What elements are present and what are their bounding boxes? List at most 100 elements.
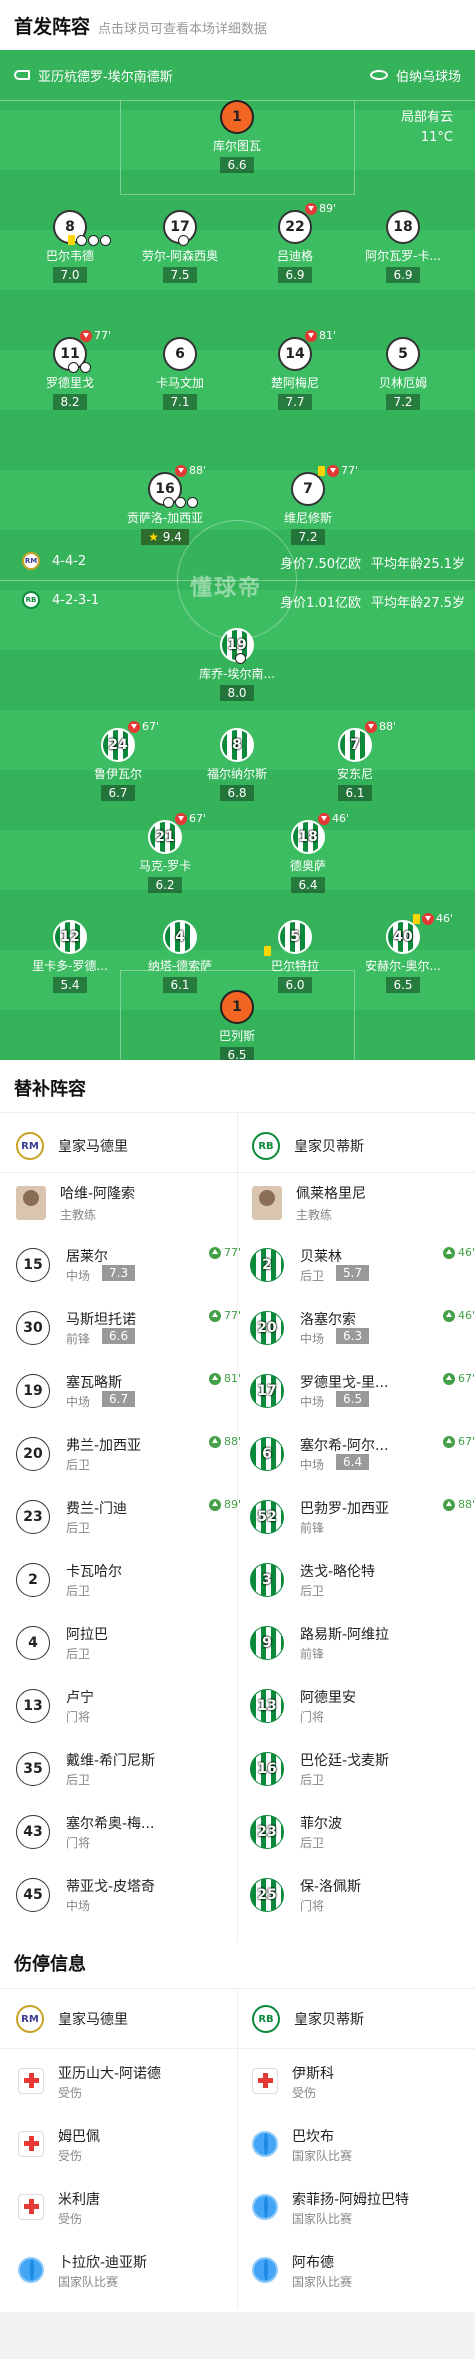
pitch-player[interactable]: 1 巴列斯 6.5 (182, 990, 292, 1060)
bench-player[interactable]: 35 戴维-希门尼斯 后卫 (16, 1744, 241, 1794)
sub-off-icon (80, 329, 92, 342)
player-name: 纳塔-德索萨 (147, 959, 213, 973)
player-name: 费兰-门迪 (66, 1501, 128, 1517)
player-name: 塞尔希奥-梅... (66, 1816, 155, 1832)
bench-player[interactable]: 43 塞尔希奥-梅... 门将 (16, 1807, 241, 1857)
home-formation-label: 4-4-2 (52, 553, 87, 569)
bench-player[interactable]: 3 迭戈-略伦特 后卫 (250, 1555, 475, 1605)
away-age: 平均年龄27.5岁 (371, 596, 465, 611)
player-number: 18 (386, 210, 420, 244)
bench-player[interactable]: 17 罗德里戈-里... 中场 6.5 67' (250, 1366, 475, 1416)
real-betis-crest-icon: RB (22, 591, 40, 609)
pitch-player[interactable]: 16 88' 贡萨洛-加西亚 ★ 9.4 (110, 464, 220, 545)
pitch-player[interactable]: 19 库乔-埃尔南... 8.0 (182, 628, 292, 701)
bench-player[interactable]: 2 卡瓦哈尔 后卫 (16, 1555, 241, 1605)
pitch-player[interactable]: 21 67' 马克-罗卡 6.2 (110, 812, 220, 893)
pitch-player[interactable]: 5 贝林厄姆 7.2 (348, 337, 458, 410)
player-position: 后卫 (66, 1521, 91, 1535)
pitch-player[interactable]: 12 里卡多-罗德... 5.4 (15, 920, 125, 993)
injury-item[interactable]: 巴坎布 国家队比赛 (250, 2121, 475, 2171)
player-name: 菲尔波 (300, 1816, 342, 1832)
pitch-player[interactable]: 5 巴尔特拉 6.0 (240, 920, 350, 993)
home-coach[interactable]: 哈维-阿隆索 主教练 (16, 1183, 135, 1223)
bench-player[interactable]: 13 阿德里安 门将 (250, 1681, 475, 1731)
bench-player[interactable]: 30 马斯坦托诺 前锋 6.6 77' (16, 1303, 241, 1353)
pitch-player[interactable]: 11 77' 罗德里戈 8.2 (15, 329, 125, 410)
pitch-player[interactable]: 1 库尔图瓦 6.6 (182, 100, 292, 173)
player-rating: 6.5 (336, 1391, 370, 1407)
player-number: 40 (386, 920, 420, 954)
player-number: 7 (338, 728, 372, 762)
bench-player[interactable]: 25 保-洛佩斯 门将 (250, 1870, 475, 1920)
player-name: 阿尔瓦罗-卡... (365, 249, 441, 263)
bench-player[interactable]: 9 路易斯-阿维拉 前锋 (250, 1618, 475, 1668)
bench-player[interactable]: 19 塞瓦略斯 中场 6.7 81' (16, 1366, 241, 1416)
sub-on-tag: 77' (208, 1309, 241, 1322)
bench-player[interactable]: 20 洛塞尔索 中场 6.3 46' (250, 1303, 475, 1353)
injury-item[interactable]: 米利唐 受伤 (16, 2184, 241, 2234)
pitch-player[interactable]: 7 88' 安东尼 6.1 (300, 720, 410, 801)
ball-icon (187, 497, 198, 508)
real-betis-crest-icon: RB (252, 1132, 280, 1160)
sub-on-icon (208, 1309, 221, 1322)
bench-player[interactable]: 23 费兰-门迪 后卫 89' (16, 1492, 241, 1542)
pitch-player[interactable]: 6 卡马文加 7.1 (125, 337, 235, 410)
pitch-player[interactable]: 17 劳尔-阿森西奥 7.5 (125, 210, 235, 283)
home-age: 平均年龄25.1岁 (371, 557, 465, 572)
sub-off-tag: 77' (318, 464, 358, 477)
bench-player[interactable]: 52 巴勃罗-加西亚 前锋 88' (250, 1492, 475, 1542)
pitch-player[interactable]: 14 81' 楚阿梅尼 7.7 (240, 329, 350, 410)
player-number: 2 (16, 1563, 50, 1597)
bench-player[interactable]: 2 贝莱林 后卫 5.7 46' (250, 1240, 475, 1290)
whistle-icon (14, 70, 30, 80)
sub-on-icon (442, 1372, 455, 1385)
player-number: 5 (386, 337, 420, 371)
player-position: 中场 (66, 1269, 91, 1283)
away-formation-label: 4-2-3-1 (52, 592, 100, 608)
real-madrid-crest-icon: RM (16, 2005, 44, 2033)
sub-off-icon (175, 464, 187, 477)
injury-reason: 受伤 (58, 2212, 83, 2226)
injury-item[interactable]: 伊斯科 受伤 (250, 2058, 475, 2108)
pitch-player[interactable]: 8 巴尔韦德 7.0 (15, 210, 125, 283)
player-rating: 7.3 (102, 1265, 136, 1281)
globe-icon (252, 2194, 278, 2220)
bench-player[interactable]: 13 卢宁 门将 (16, 1681, 241, 1731)
pitch-player[interactable]: 24 67' 鲁伊瓦尔 6.7 (63, 720, 173, 801)
injury-item[interactable]: 姆巴佩 受伤 (16, 2121, 241, 2171)
bench-player[interactable]: 23 菲尔波 后卫 (250, 1807, 475, 1857)
bench-player[interactable]: 4 阿拉巴 后卫 (16, 1618, 241, 1668)
away-stats: 身价1.01亿欧 平均年龄27.5岁 (280, 592, 465, 611)
pitch-player[interactable]: 22 89' 吕迪格 6.9 (240, 202, 350, 283)
pitch-player[interactable]: 8 福尔纳尔斯 6.8 (182, 728, 292, 801)
bench-player[interactable]: 15 居莱尔 中场 7.3 77' (16, 1240, 241, 1290)
player-rating: 7.2 (291, 529, 325, 545)
player-position: 后卫 (300, 1836, 325, 1850)
bench-player[interactable]: 20 弗兰-加西亚 后卫 88' (16, 1429, 241, 1479)
injury-reason: 国家队比赛 (58, 2275, 119, 2289)
player-number: 24 (101, 728, 135, 762)
injury-item[interactable]: 亚历山大-阿诺德 受伤 (16, 2058, 241, 2108)
injury-item[interactable]: 卜拉欣-迪亚斯 国家队比赛 (16, 2247, 241, 2297)
sub-on-icon (442, 1435, 455, 1448)
coach-role: 主教练 (296, 1208, 333, 1222)
bench-player[interactable]: 16 巴伦廷-戈麦斯 后卫 (250, 1744, 475, 1794)
injury-item[interactable]: 阿布德 国家队比赛 (250, 2247, 475, 2297)
ball-icon (100, 235, 111, 246)
pitch-player[interactable]: 7 77' 维尼修斯 7.2 (253, 464, 363, 545)
away-formation: RB 4-2-3-1 (22, 591, 99, 609)
pitch-player[interactable]: 4 纳塔-德索萨 6.1 (125, 920, 235, 993)
player-name: 贝林厄姆 (378, 376, 427, 390)
bench-player[interactable]: 45 蒂亚戈-皮塔奇 中场 (16, 1870, 241, 1920)
away-coach[interactable]: 佩莱格里尼 主教练 (252, 1183, 366, 1223)
ball-icon (235, 653, 246, 664)
injury-item[interactable]: 索菲扬-阿姆拉巴特 国家队比赛 (250, 2184, 475, 2234)
player-rating: 6.3 (336, 1328, 370, 1344)
pitch-player[interactable]: 40 46' 安赫尔-奥尔... 6.5 (348, 912, 458, 993)
sub-on-icon (208, 1246, 221, 1259)
player-number: 15 (16, 1248, 50, 1282)
bench-player[interactable]: 6 塞尔希-阿尔... 中场 6.4 67' (250, 1429, 475, 1479)
pitch-player[interactable]: 18 阿尔瓦罗-卡... 6.9 (348, 210, 458, 283)
pitch-player[interactable]: 18 46' 德奥萨 6.4 (253, 812, 363, 893)
sub-on-tag: 77' (208, 1246, 241, 1259)
